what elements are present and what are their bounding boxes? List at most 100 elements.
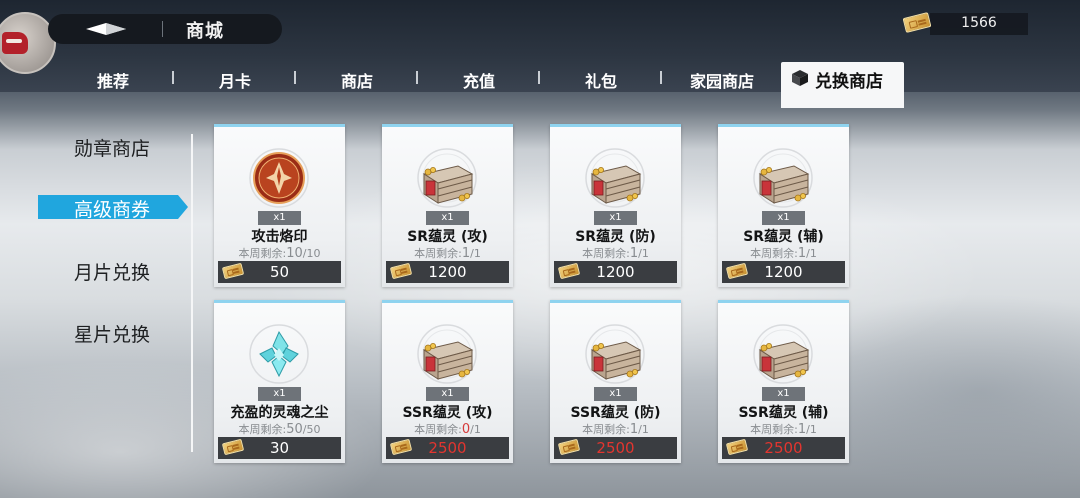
stock-remaining: 0: [461, 422, 471, 437]
avatar-mask-icon: [2, 32, 28, 54]
stock-total: /10: [302, 247, 321, 260]
card-top-accent: [718, 300, 849, 303]
item-quantity: x1: [426, 387, 469, 401]
tab-exchange-shop-label: 兑换商店: [815, 72, 883, 92]
crystal-icon: [246, 324, 312, 386]
weekly-stock: 本周剩余:1/1: [718, 421, 849, 437]
treasure-chest-icon: [750, 148, 816, 210]
ticket-icon: [902, 12, 932, 33]
buy-button[interactable]: 1200: [722, 261, 845, 283]
item-price: 30: [269, 439, 290, 457]
buy-button[interactable]: 1200: [554, 261, 677, 283]
tab-monthly-card[interactable]: 月卡: [216, 68, 254, 92]
stock-remaining: 50: [286, 422, 303, 437]
stock-remaining: 1: [797, 246, 807, 261]
item-price: 2500: [596, 439, 635, 457]
page-title: 商城: [186, 21, 224, 42]
item-name: SR蕴灵 (防): [575, 229, 656, 245]
buy-button[interactable]: 1200: [386, 261, 509, 283]
stock-total: /1: [638, 247, 649, 260]
weekly-stock: 本周剩余:0/1: [382, 421, 513, 437]
buy-button[interactable]: 50: [218, 261, 341, 283]
item-name: SSR蕴灵 (防): [570, 405, 661, 421]
stock-remaining: 1: [629, 422, 639, 437]
cube-icon: [791, 69, 809, 87]
shop-item-card[interactable]: x1 SSR蕴灵 (防) 本周剩余:1/1 2500: [550, 300, 681, 463]
sidebar-item-star-shard[interactable]: 星片兑换: [74, 320, 150, 347]
stock-total: /1: [806, 247, 817, 260]
card-top-accent: [550, 124, 681, 127]
weekly-stock: 本周剩余:1/1: [718, 245, 849, 261]
stock-label: 本周剩余:: [238, 423, 287, 436]
currency-amount: 1566: [961, 15, 997, 31]
shop-item-card[interactable]: x1 SSR蕴灵 (辅) 本周剩余:1/1 2500: [718, 300, 849, 463]
stock-total: /1: [806, 423, 817, 436]
tab-separator: [172, 71, 174, 84]
treasure-chest-icon: [414, 148, 480, 210]
sidebar-item-moon-shard[interactable]: 月片兑换: [74, 258, 150, 285]
tab-home-shop[interactable]: 家园商店: [688, 68, 756, 92]
stock-label: 本周剩余:: [582, 423, 630, 436]
stock-remaining: 1: [461, 246, 471, 261]
shop-item-card[interactable]: x1 SR蕴灵 (辅) 本周剩余:1/1 1200: [718, 124, 849, 287]
card-top-accent: [718, 124, 849, 127]
treasure-chest-icon: [582, 148, 648, 210]
shop-item-card[interactable]: x1 SR蕴灵 (防) 本周剩余:1/1 1200: [550, 124, 681, 287]
tab-bar: 推荐 月卡 商店 充值 礼包 家园商店 兑换商店: [0, 62, 1080, 108]
tab-separator: [660, 71, 662, 84]
sidebar-divider: [191, 134, 193, 452]
tab-recharge[interactable]: 充值: [460, 68, 498, 92]
stock-label: 本周剩余:: [238, 247, 287, 260]
treasure-chest-icon: [582, 324, 648, 386]
item-name: 攻击烙印: [251, 229, 308, 245]
sidebar-item-medal-shop[interactable]: 勋章商店: [74, 134, 150, 161]
item-quantity: x1: [762, 387, 805, 401]
card-top-accent: [382, 300, 513, 303]
item-price: 2500: [428, 439, 467, 457]
tab-separator: [538, 71, 540, 84]
shop-item-card[interactable]: x1 攻击烙印 本周剩余:10/10 50: [214, 124, 345, 287]
card-top-accent: [214, 300, 345, 303]
card-top-accent: [550, 300, 681, 303]
tab-exchange-shop[interactable]: 兑换商店: [781, 62, 904, 108]
weekly-stock: 本周剩余:1/1: [550, 245, 681, 261]
stock-total: /1: [470, 423, 481, 436]
shop-item-card[interactable]: x1 SR蕴灵 (攻) 本周剩余:1/1 1200: [382, 124, 513, 287]
item-price: 1200: [764, 263, 803, 281]
stock-label: 本周剩余:: [750, 423, 798, 436]
top-bar: 商城 1566 推荐 月卡 商店 充值 礼包 家园商店 兑换商店: [0, 0, 1080, 108]
item-price: 50: [269, 263, 290, 281]
buy-button[interactable]: 2500: [554, 437, 677, 459]
shop-item-card[interactable]: x1 充盈的灵魂之尘 本周剩余:50/50 30: [214, 300, 345, 463]
tab-gift-pack[interactable]: 礼包: [582, 68, 620, 92]
treasure-chest-icon: [414, 324, 480, 386]
tab-separator: [416, 71, 418, 84]
buy-button[interactable]: 2500: [386, 437, 509, 459]
back-arrow-icon[interactable]: [86, 23, 126, 35]
tab-separator: [294, 71, 296, 84]
tab-recommend[interactable]: 推荐: [94, 68, 132, 92]
item-name: SSR蕴灵 (辅): [738, 405, 829, 421]
shop-item-card[interactable]: x1 SSR蕴灵 (攻) 本周剩余:0/1 2500: [382, 300, 513, 463]
stock-total: /50: [302, 423, 321, 436]
buy-button[interactable]: 30: [218, 437, 341, 459]
stock-label: 本周剩余:: [750, 247, 798, 260]
sidebar: 勋章商店 高级商券 月片兑换 星片兑换: [0, 120, 200, 460]
stock-label: 本周剩余:: [582, 247, 630, 260]
tab-shop[interactable]: 商店: [338, 68, 376, 92]
weekly-stock: 本周剩余:1/1: [382, 245, 513, 261]
item-quantity: x1: [594, 387, 637, 401]
emblem-icon: [246, 148, 312, 210]
item-name: 充盈的灵魂之尘: [230, 405, 329, 421]
stock-total: /1: [638, 423, 649, 436]
card-top-accent: [382, 124, 513, 127]
weekly-stock: 本周剩余:10/10: [214, 245, 345, 261]
buy-button[interactable]: 2500: [722, 437, 845, 459]
sidebar-item-premium-coupon[interactable]: 高级商券: [38, 195, 188, 219]
item-name: SSR蕴灵 (攻): [402, 405, 493, 421]
title-separator: [162, 21, 163, 37]
treasure-chest-icon: [750, 324, 816, 386]
item-quantity: x1: [594, 211, 637, 225]
stock-label: 本周剩余:: [414, 247, 462, 260]
stock-remaining: 10: [286, 246, 303, 261]
